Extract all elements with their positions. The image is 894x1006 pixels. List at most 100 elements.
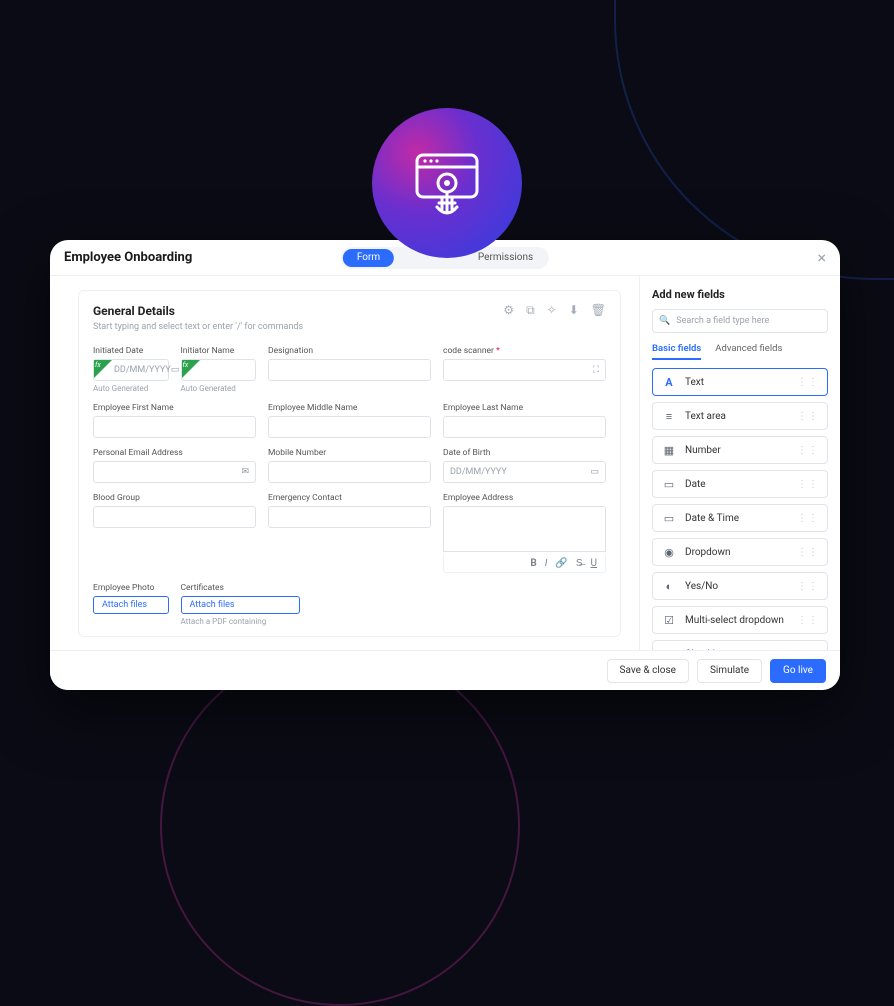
input-middle-name[interactable] — [268, 416, 431, 438]
label-mobile: Mobile Number — [268, 448, 431, 458]
form-canvas: General Details ⚙ ⧉ ✧ ⬇ 🗑 Start typing a… — [50, 276, 640, 650]
label-photo: Employee Photo — [93, 583, 169, 593]
field-tile-dropdown[interactable]: ◉ Dropdown ⋮⋮ — [652, 538, 828, 566]
drag-handle-icon[interactable]: ⋮⋮ — [797, 377, 819, 388]
label-initiated-date: Initiated Date — [93, 346, 169, 356]
page-title: Employee Onboarding — [64, 250, 192, 265]
italic-icon[interactable]: I — [545, 558, 548, 569]
label-middle-name: Employee Middle Name — [268, 403, 431, 413]
field-tile-label: Dropdown — [685, 547, 731, 558]
field-type-icon: ≡ — [661, 408, 677, 424]
app-window: Employee Onboarding Form Workflow Permis… — [50, 240, 840, 690]
decorative-arc-right — [614, 0, 894, 280]
field-type-icon: A — [661, 374, 677, 390]
rich-text-toolbar: B I 🔗 S̶ U — [443, 555, 606, 573]
label-blood-group: Blood Group — [93, 493, 256, 503]
palette-search[interactable]: 🔍 Search a field type here — [652, 309, 828, 333]
placeholder-text: DD/MM/YYYY — [114, 365, 171, 375]
field-tile-text[interactable]: A Text ⋮⋮ — [652, 368, 828, 396]
palette-tab-basic[interactable]: Basic fields — [652, 343, 701, 360]
field-tile-label: Checkbox — [685, 649, 729, 651]
field-type-icon: ◉ — [661, 544, 677, 560]
copy-icon[interactable]: ⧉ — [526, 303, 535, 318]
field-tile-label: Text — [685, 377, 704, 388]
field-type-icon: ☑ — [661, 646, 677, 650]
label-initiator-name: Initiator Name — [181, 346, 257, 356]
drag-handle-icon[interactable]: ⋮⋮ — [797, 479, 819, 490]
field-tile-label: Text area — [685, 411, 726, 422]
section-subtitle: Start typing and select text or enter '/… — [93, 322, 606, 332]
field-type-icon: ▭ — [661, 476, 677, 492]
field-tile-date[interactable]: ▭ Date ⋮⋮ — [652, 470, 828, 498]
fx-badge-icon — [94, 360, 112, 378]
attach-certs-button[interactable]: Attach files — [181, 596, 300, 614]
bold-icon[interactable]: B — [530, 558, 536, 569]
label-designation: Designation — [268, 346, 431, 356]
field-tile-label: Number — [685, 445, 721, 456]
trash-icon[interactable]: 🗑 — [591, 303, 606, 318]
calendar-icon[interactable]: ▭ — [590, 467, 599, 477]
drag-handle-icon[interactable]: ⋮⋮ — [797, 411, 819, 422]
underline-icon[interactable]: U — [591, 558, 597, 569]
drag-handle-icon[interactable]: ⋮⋮ — [797, 581, 819, 592]
field-tile-yes-no[interactable]: ◐ Yes/No ⋮⋮ — [652, 572, 828, 600]
calendar-icon[interactable]: ▭ — [171, 365, 180, 375]
drag-handle-icon[interactable]: ⋮⋮ — [797, 513, 819, 524]
drag-handle-icon[interactable]: ⋮⋮ — [797, 445, 819, 456]
link-icon[interactable]: 🔗 — [555, 558, 567, 569]
label-first-name: Employee First Name — [93, 403, 256, 413]
input-mobile[interactable] — [268, 461, 431, 483]
input-initiated-date[interactable]: DD/MM/YYYY ▭ — [93, 359, 169, 381]
palette-tab-advanced[interactable]: Advanced fields — [715, 343, 782, 360]
field-tile-multi-select-dropdown[interactable]: ☑ Multi-select dropdown ⋮⋮ — [652, 606, 828, 634]
input-emergency[interactable] — [268, 506, 431, 528]
sparkle-icon[interactable]: ✧ — [547, 303, 557, 318]
search-icon: 🔍 — [659, 316, 670, 326]
field-tile-checkbox[interactable]: ☑ Checkbox ⋮⋮ — [652, 640, 828, 650]
input-last-name[interactable] — [443, 416, 606, 438]
input-dob[interactable]: DD/MM/YYYY ▭ — [443, 461, 606, 483]
sub-initiator-name: Auto Generated — [181, 384, 257, 393]
field-type-icon: ☑ — [661, 612, 677, 628]
scan-icon[interactable]: ⛶ — [593, 365, 599, 375]
field-tile-label: Yes/No — [685, 581, 718, 592]
field-type-icon: ◐ — [661, 578, 677, 594]
simulate-button[interactable]: Simulate — [697, 659, 762, 683]
sub-initiated-date: Auto Generated — [93, 384, 169, 393]
drag-handle-icon[interactable]: ⋮⋮ — [797, 615, 819, 626]
close-icon[interactable]: × — [817, 248, 826, 267]
tab-form[interactable]: Form — [343, 249, 394, 267]
decorative-arc-bottom — [160, 646, 520, 1006]
input-first-name[interactable] — [93, 416, 256, 438]
save-close-button[interactable]: Save & close — [607, 659, 689, 683]
search-placeholder: Search a field type here — [676, 316, 769, 326]
field-tile-number[interactable]: ▦Number⋮⋮ — [652, 436, 828, 464]
input-designation[interactable] — [268, 359, 431, 381]
input-blood-group[interactable] — [93, 506, 256, 528]
field-tile-label: Multi-select dropdown — [685, 615, 784, 626]
label-address: Employee Address — [443, 493, 606, 503]
attach-photo-button[interactable]: Attach files — [93, 596, 169, 614]
field-tile-label: Date & Time — [685, 513, 739, 524]
field-tile-date-time[interactable]: ▭Date & Time⋮⋮ — [652, 504, 828, 532]
field-palette: Add new fields 🔍 Search a field type her… — [640, 276, 840, 650]
label-code-scanner: code scanner * — [443, 346, 606, 356]
input-address[interactable] — [443, 506, 606, 552]
field-tile-text-area[interactable]: ≡ Text area ⋮⋮ — [652, 402, 828, 430]
placeholder-text: DD/MM/YYYY — [450, 467, 507, 477]
palette-title: Add new fields — [652, 288, 828, 301]
hero-badge — [372, 108, 522, 258]
label-dob: Date of Birth — [443, 448, 606, 458]
drag-handle-icon[interactable]: ⋮⋮ — [797, 547, 819, 558]
field-tile-label: Date — [685, 479, 706, 490]
strike-icon[interactable]: S̶ — [576, 558, 583, 569]
input-initiator-name[interactable] — [181, 359, 257, 381]
app-window-icon — [407, 143, 487, 223]
input-code-scanner[interactable]: ⛶ — [443, 359, 606, 381]
gear-icon[interactable]: ⚙ — [503, 303, 514, 318]
drag-handle-icon[interactable]: ⋮⋮ — [797, 649, 819, 651]
input-email[interactable]: ✉ — [93, 461, 256, 483]
label-certs: Certificates — [181, 583, 300, 593]
download-icon[interactable]: ⬇ — [569, 303, 579, 318]
go-live-button[interactable]: Go live — [770, 659, 826, 683]
